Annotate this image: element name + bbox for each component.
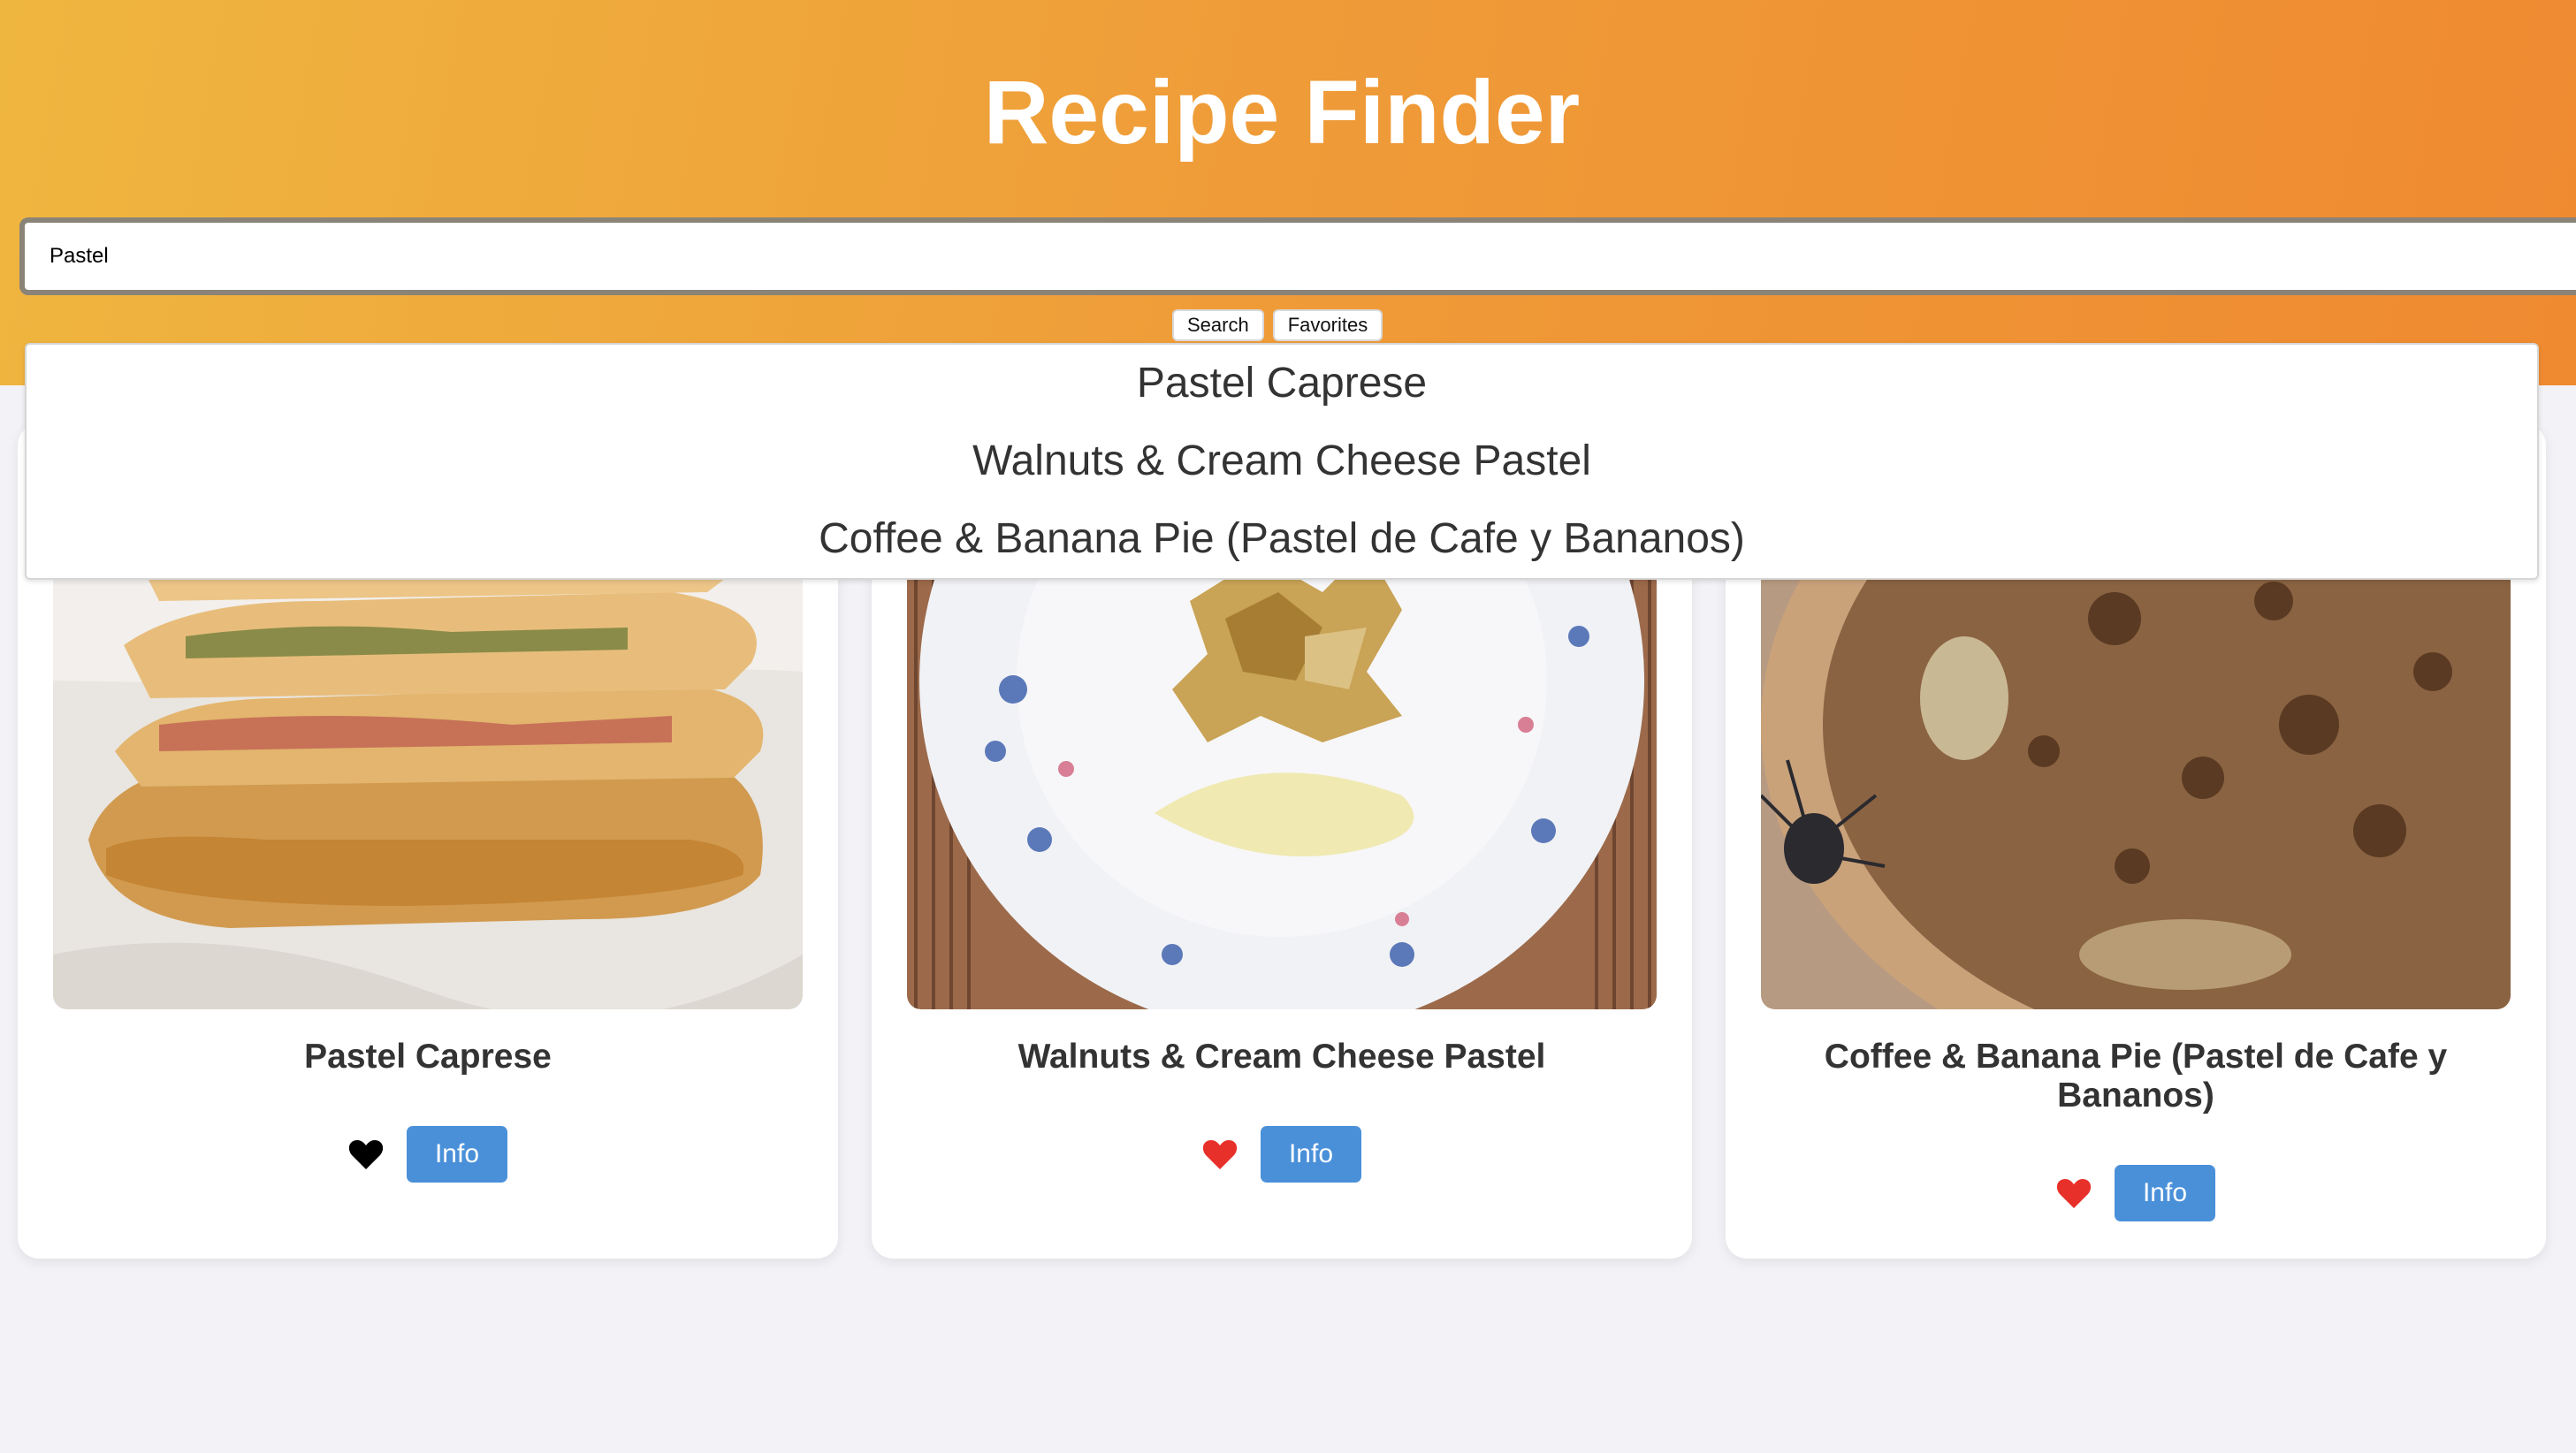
info-button[interactable]: Info [1261,1126,1361,1183]
page-title: Recipe Finder [983,62,1581,163]
search-button-row: Search Favorites [1172,309,1383,341]
info-button[interactable]: Info [407,1126,507,1183]
info-button[interactable]: Info [2115,1165,2215,1221]
recipe-title: Pastel Caprese [304,1038,552,1076]
suggestion-item[interactable]: Pastel Caprese [27,357,2537,410]
suggestions-dropdown: Pastel Caprese Walnuts & Cream Cheese Pa… [25,343,2539,580]
heart-icon[interactable] [348,1138,384,1170]
card-actions: Info [872,1126,1692,1183]
card-actions: Info [1726,1165,2546,1221]
heart-icon[interactable] [2056,1177,2092,1209]
recipe-title: Walnuts & Cream Cheese Pastel [1017,1038,1546,1076]
suggestion-item[interactable]: Walnuts & Cream Cheese Pastel [27,435,2537,488]
header-banner: Recipe Finder Search Favorites [0,0,2576,385]
search-input[interactable] [19,217,2576,295]
recipe-title: Coffee & Banana Pie (Pastel de Cafe y Ba… [1824,1038,2448,1114]
favorites-button[interactable]: Favorites [1272,309,1383,341]
search-button[interactable]: Search [1172,309,1264,341]
heart-icon[interactable] [1202,1138,1238,1170]
suggestion-item[interactable]: Coffee & Banana Pie (Pastel de Cafe y Ba… [27,513,2537,566]
card-actions: Info [18,1126,838,1183]
